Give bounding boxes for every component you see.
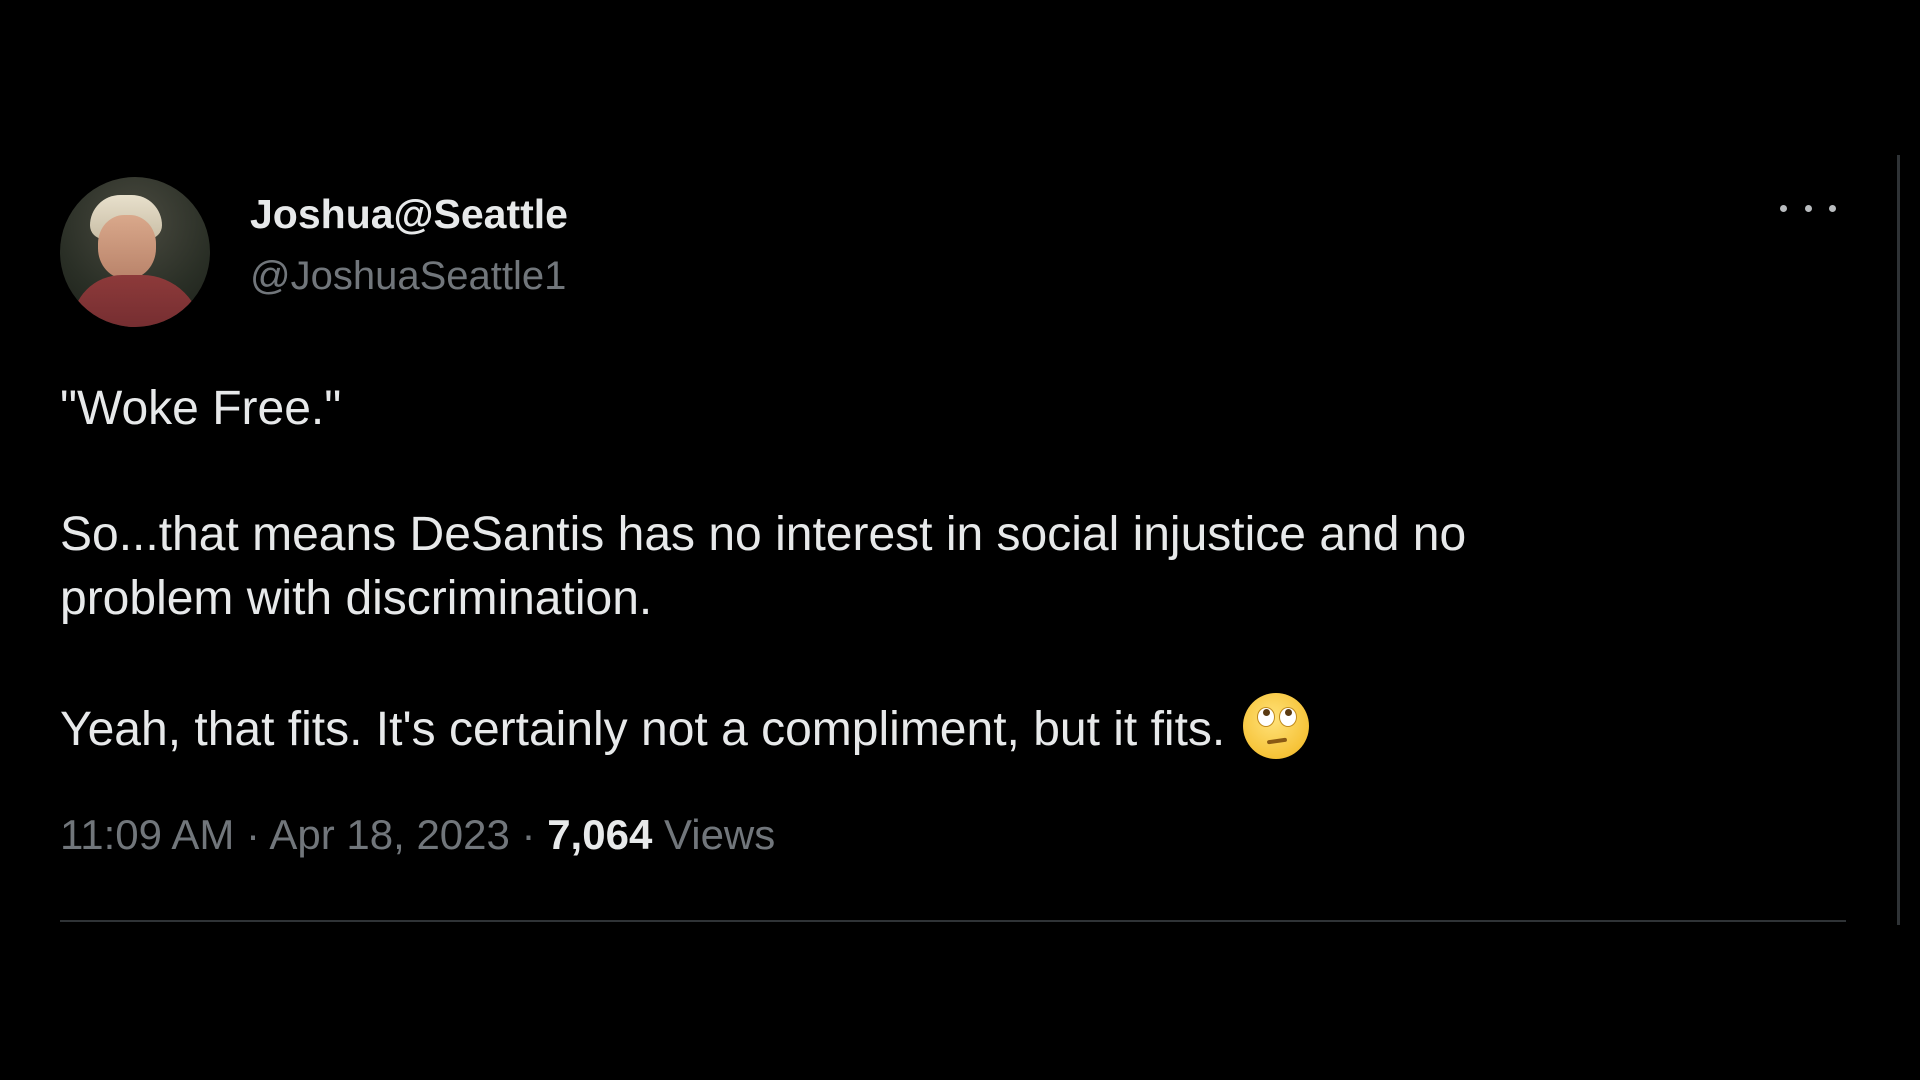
- face-with-rolling-eyes-icon: [1243, 693, 1310, 759]
- tweet-card: Joshua@Seattle @JoshuaSeattle1 "Woke Fre…: [60, 155, 1846, 922]
- author-display-name[interactable]: Joshua@Seattle: [250, 191, 568, 238]
- more-dots-icon: [1780, 204, 1787, 212]
- tweet-line: Yeah, that fits. It's certainly not a co…: [60, 703, 1226, 756]
- tweet-line-with-emoji: Yeah, that fits. It's certainly not a co…: [60, 693, 1820, 762]
- avatar[interactable]: [60, 177, 210, 327]
- emoji-eye: [1257, 707, 1276, 727]
- views-count[interactable]: 7,064: [547, 811, 652, 858]
- more-dot: [1804, 204, 1812, 212]
- meta-separator: ·: [509, 811, 548, 858]
- tweet-meta: 11:09 AM · Apr 18, 2023 · 7,064 Views: [60, 811, 775, 859]
- emoji-mouth: [1267, 737, 1288, 745]
- tweet-line: So...that means DeSantis has no interest…: [60, 508, 1467, 561]
- tweet-date[interactable]: Apr 18, 2023: [269, 811, 510, 858]
- avatar-face: [98, 215, 156, 279]
- author-handle[interactable]: @JoshuaSeattle1: [250, 254, 566, 299]
- meta-separator: ·: [234, 811, 270, 858]
- views-label[interactable]: Views: [664, 811, 775, 858]
- divider: [60, 920, 1846, 922]
- more-options-button[interactable]: [1780, 193, 1836, 223]
- tweet-time[interactable]: 11:09 AM: [60, 811, 234, 858]
- tweet-line: problem with discrimination.: [60, 572, 653, 625]
- emoji-eye: [1279, 707, 1298, 727]
- tweet-line: "Woke Free.": [60, 382, 342, 435]
- more-dot: [1829, 204, 1836, 212]
- tweet-text: "Woke Free." So...that means DeSantis ha…: [60, 377, 1820, 762]
- panel-border: [1897, 155, 1900, 925]
- avatar-shirt: [72, 275, 202, 327]
